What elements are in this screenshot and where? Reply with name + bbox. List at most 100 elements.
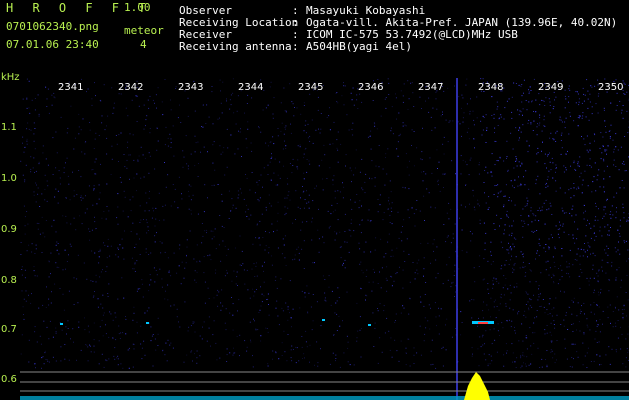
noise-dot — [112, 337, 114, 339]
noise-dot — [177, 207, 179, 209]
noise-dot — [493, 301, 495, 303]
noise-dot — [217, 118, 219, 120]
noise-dot — [446, 264, 448, 266]
noise-dot — [503, 195, 505, 197]
noise-dot — [466, 251, 468, 253]
noise-dot — [98, 135, 100, 136]
noise-dot — [246, 103, 248, 104]
noise-dot — [549, 267, 551, 269]
noise-dot — [254, 192, 256, 194]
noise-dot — [48, 112, 50, 114]
noise-dot — [136, 233, 138, 235]
noise-dot — [621, 333, 623, 335]
noise-dot — [596, 342, 598, 343]
noise-dot — [264, 261, 265, 263]
noise-dot — [446, 318, 448, 320]
noise-dot — [37, 193, 39, 195]
noise-dot — [550, 340, 552, 342]
noise-dot — [609, 137, 611, 139]
noise-dot — [267, 365, 269, 367]
noise-dot — [366, 269, 368, 271]
noise-dot — [219, 357, 221, 359]
noise-dot — [21, 290, 23, 292]
noise-dot — [268, 194, 270, 196]
noise-dot — [154, 235, 156, 237]
noise-dot — [564, 127, 566, 129]
noise-dot — [190, 153, 192, 155]
noise-dot — [399, 135, 401, 137]
noise-dot — [210, 345, 211, 347]
noise-dot — [226, 98, 227, 100]
noise-dot — [625, 170, 627, 172]
noise-dot — [569, 115, 571, 117]
noise-dot — [148, 172, 150, 174]
noise-dot — [188, 208, 190, 210]
noise-dot — [303, 105, 305, 106]
noise-dot — [109, 255, 111, 257]
noise-dot — [241, 250, 243, 252]
noise-dot — [395, 93, 396, 95]
noise-dot — [303, 157, 305, 159]
noise-dot — [550, 234, 552, 236]
noise-dot — [308, 292, 310, 294]
noise-dot — [450, 286, 452, 288]
noise-dot — [98, 262, 100, 264]
noise-dot — [225, 329, 227, 331]
noise-dot — [565, 117, 567, 119]
noise-dot — [254, 320, 255, 322]
noise-dot — [51, 104, 53, 106]
time-tick-label: 2343 — [178, 82, 203, 93]
noise-dot — [87, 325, 89, 327]
noise-dot — [527, 151, 529, 153]
noise-dot — [537, 147, 539, 149]
noise-dot — [149, 274, 151, 276]
noise-dot — [611, 205, 613, 207]
noise-dot — [217, 289, 219, 291]
noise-dot — [164, 162, 165, 163]
noise-dot — [566, 261, 568, 263]
noise-dot — [284, 110, 286, 112]
noise-dot — [276, 229, 278, 231]
noise-dot — [471, 233, 473, 235]
noise-dot — [536, 310, 538, 311]
noise-dot — [421, 159, 423, 161]
noise-dot — [612, 139, 614, 141]
noise-dot — [151, 217, 153, 219]
noise-dot — [480, 120, 482, 122]
noise-dot — [241, 192, 242, 194]
noise-dot — [600, 132, 602, 134]
noise-dot — [543, 125, 545, 127]
noise-dot — [268, 247, 270, 248]
noise-dot — [565, 314, 567, 316]
noise-dot — [97, 298, 99, 300]
noise-dot — [497, 106, 499, 108]
noise-dot — [615, 109, 617, 111]
noise-dot — [538, 124, 540, 126]
noise-dot — [460, 311, 462, 313]
noise-dot — [256, 262, 257, 264]
noise-dot — [139, 254, 141, 255]
noise-dot — [119, 177, 121, 178]
noise-dot — [133, 159, 135, 161]
echo-blip — [368, 324, 371, 326]
noise-dot — [625, 366, 627, 368]
noise-dot — [150, 340, 152, 342]
noise-dot — [594, 140, 595, 142]
noise-dot — [36, 341, 38, 343]
noise-dot — [398, 135, 400, 137]
noise-dot — [411, 145, 412, 146]
noise-dot — [155, 349, 157, 351]
noise-dot — [416, 262, 418, 264]
noise-dot — [471, 299, 473, 300]
noise-dot — [545, 359, 546, 360]
noise-dot — [122, 210, 124, 212]
noise-dot — [201, 126, 202, 127]
noise-dot — [182, 166, 184, 168]
noise-dot — [594, 85, 596, 87]
noise-dot — [494, 164, 496, 166]
noise-dot — [403, 307, 405, 309]
noise-dot — [518, 310, 520, 312]
noise-dot — [598, 270, 599, 272]
noise-dot — [360, 356, 362, 358]
noise-dot — [216, 359, 218, 361]
